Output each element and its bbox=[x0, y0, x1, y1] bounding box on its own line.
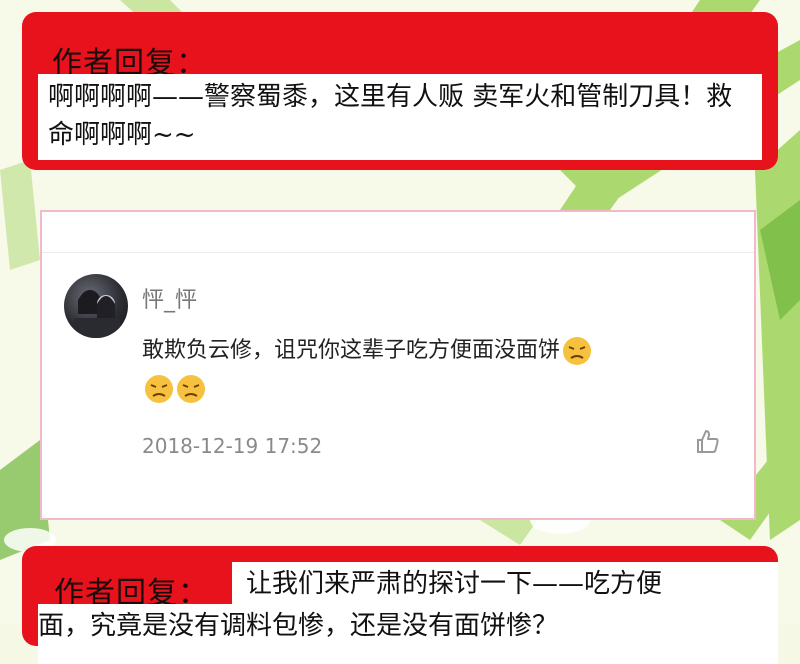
author-reply-text: 啊啊啊啊——警察蜀黍，这里有人贩 卖军火和管制刀具！救命啊啊啊~~ bbox=[38, 74, 762, 160]
author-reply-2: 作者回复： 让我们来严肃的探讨一下——吃方便 面，究竟是没有调料包惨，还是没有面… bbox=[22, 546, 778, 664]
comment-body: 敢欺负云修，诅咒你这辈子吃方便面没面饼 bbox=[142, 338, 561, 363]
author-reply-text-line2: 面，究竟是没有调料包惨，还是没有面饼惨？ bbox=[38, 604, 778, 664]
thumbs-up-icon[interactable] bbox=[692, 426, 722, 456]
avatar-image bbox=[74, 290, 120, 338]
comment-text: 敢欺负云修，诅咒你这辈子吃方便面没面饼 bbox=[142, 332, 742, 408]
angry-face-icon bbox=[144, 374, 174, 404]
angry-face-icon bbox=[562, 336, 592, 366]
avatar[interactable] bbox=[64, 274, 128, 338]
comment-username[interactable]: 怦_怦 bbox=[142, 282, 197, 314]
comment-card: 怦_怦 敢欺负云修，诅咒你这辈子吃方便面没面饼 2018-12-19 17:52 bbox=[40, 210, 756, 520]
author-reply-1: 作者回复： 啊啊啊啊——警察蜀黍，这里有人贩 卖军火和管制刀具！救命啊啊啊~~ bbox=[22, 12, 778, 170]
comment-timestamp: 2018-12-19 17:52 bbox=[142, 434, 323, 458]
angry-face-icon bbox=[176, 374, 206, 404]
card-divider bbox=[42, 252, 754, 253]
